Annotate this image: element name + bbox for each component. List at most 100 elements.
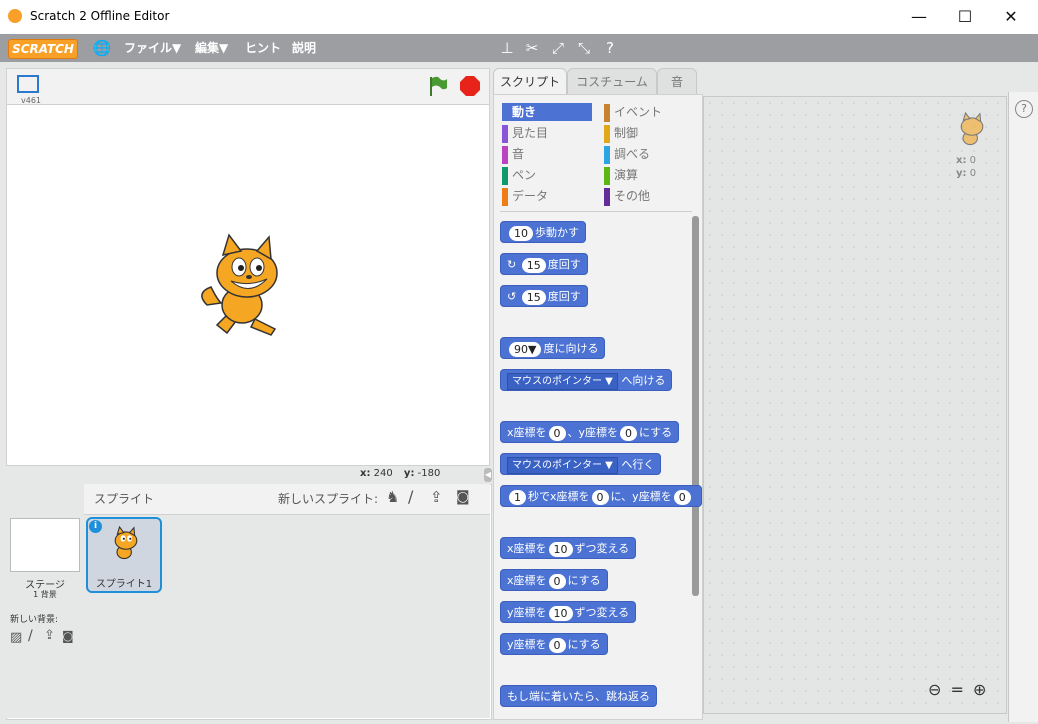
help-icon[interactable]: ? xyxy=(600,38,620,58)
maximize-button[interactable]: ☐ xyxy=(942,0,988,34)
category-operators[interactable]: 演算 xyxy=(604,166,639,185)
block-goto-text: へ行く xyxy=(621,458,655,471)
block-point-toward-text: へ向ける xyxy=(621,374,666,387)
category-sensing[interactable]: 調べる xyxy=(604,145,650,164)
zoom-out-icon[interactable]: ⊖ xyxy=(928,680,941,699)
zoom-in-icon[interactable]: ⊕ xyxy=(973,680,986,699)
block-bounce[interactable]: もし端に着いたら、跳ね返る xyxy=(500,685,657,707)
block-glide-x[interactable]: 0 xyxy=(591,489,609,505)
block-point-toward-dropdown[interactable]: マウスのポインター ▼ xyxy=(507,372,618,390)
x-value: 240 xyxy=(373,468,393,479)
category-operators-label: 演算 xyxy=(614,168,639,182)
zoom-reset-icon[interactable]: = xyxy=(951,680,964,699)
category-motion[interactable]: 動き xyxy=(502,103,592,121)
sprite-x-readout: x: 0 xyxy=(956,155,976,166)
stage-coordinates: x: 240 y: -180 xyxy=(360,468,440,479)
block-point-toward[interactable]: マウスのポインター ▼ へ向ける xyxy=(500,369,673,391)
block-glide-y[interactable]: 0 xyxy=(673,489,691,505)
tips-help-icon[interactable]: ? xyxy=(1015,100,1033,118)
camera-backdrop-icon[interactable]: ◙ xyxy=(62,629,74,643)
block-set-y-value[interactable]: 0 xyxy=(548,637,566,653)
menu-edit[interactable]: 編集▼ xyxy=(195,34,228,62)
upload-backdrop-icon[interactable]: ⇪ xyxy=(44,628,55,643)
block-goto-xy-label-a: x座標を xyxy=(507,426,547,439)
info-icon[interactable]: i xyxy=(89,520,102,533)
menu-hint[interactable]: ヒント xyxy=(245,34,281,62)
sprite-library-icon[interactable]: ♞ xyxy=(386,488,399,506)
scripts-area[interactable]: x: 0 y: 0 xyxy=(703,96,1007,714)
cut-icon[interactable]: ✂ xyxy=(522,38,542,58)
palette-scrollbar[interactable] xyxy=(692,216,699,596)
tab-costumes[interactable]: コスチューム xyxy=(567,68,657,95)
paint-backdrop-icon[interactable]: / xyxy=(28,628,33,644)
block-goto-xy-y[interactable]: 0 xyxy=(620,425,638,441)
block-change-x-label-a: x座標を xyxy=(507,542,547,555)
block-turn-right[interactable]: ↻ 15 度回す xyxy=(500,253,588,275)
category-pen[interactable]: ペン xyxy=(502,166,536,185)
block-set-y-label-b: にする xyxy=(567,638,601,651)
grow-icon[interactable]: ⤢ xyxy=(548,38,568,58)
block-move-steps[interactable]: 10 xyxy=(509,225,533,241)
block-set-x-label-b: にする xyxy=(567,574,601,587)
close-button[interactable]: ✕ xyxy=(988,0,1034,34)
category-more[interactable]: その他 xyxy=(604,187,650,206)
sprite-thumb-cat-icon xyxy=(108,525,144,567)
block-goto-xy-x[interactable]: 0 xyxy=(548,425,566,441)
block-glide[interactable]: 1 秒でx座標を 0 に、y座標を 0 xyxy=(500,485,702,507)
block-move[interactable]: 10 歩動かす xyxy=(500,221,586,243)
block-move-text: 歩動かす xyxy=(535,226,579,239)
block-turn-right-degrees[interactable]: 15 xyxy=(521,257,546,273)
block-set-x-value[interactable]: 0 xyxy=(548,573,566,589)
stop-icon[interactable] xyxy=(459,75,481,97)
cat-sprite-icon[interactable] xyxy=(197,233,297,343)
block-turn-left-degrees[interactable]: 15 xyxy=(521,289,546,305)
backdrop-library-icon[interactable]: ▨ xyxy=(10,630,22,645)
collapse-arrow-icon[interactable]: ◀ xyxy=(484,468,492,482)
upload-sprite-icon[interactable]: ⇪ xyxy=(430,488,443,506)
stage-canvas[interactable] xyxy=(6,104,490,466)
globe-icon[interactable]: 🌐 xyxy=(92,38,112,58)
paint-sprite-icon[interactable]: / xyxy=(408,487,413,506)
block-glide-label-b: に、y座標を xyxy=(610,490,672,503)
camera-sprite-icon[interactable]: ◙ xyxy=(456,489,470,505)
menu-file[interactable]: ファイル▼ xyxy=(124,34,181,62)
app-cat-icon xyxy=(8,9,22,23)
current-sprite-cat-icon xyxy=(954,111,990,153)
stage-thumbnail[interactable] xyxy=(10,518,80,572)
tips-strip: ? xyxy=(1008,92,1038,722)
category-looks[interactable]: 見た目 xyxy=(502,124,549,143)
block-goto-xy[interactable]: x座標を 0 、y座標を 0 にする xyxy=(500,421,680,443)
block-point-direction-value[interactable]: 90▼ xyxy=(509,341,542,357)
block-goto-dropdown[interactable]: マウスのポインター ▼ xyxy=(507,456,618,474)
block-goto[interactable]: マウスのポインター ▼ へ行く xyxy=(500,453,662,475)
block-point-direction[interactable]: 90▼ 度に向ける xyxy=(500,337,606,359)
block-change-y-label-a: y座標を xyxy=(507,606,547,619)
block-turn-left[interactable]: ↺ 15 度回す xyxy=(500,285,588,307)
y-value: -180 xyxy=(417,468,441,479)
block-change-x-value[interactable]: 10 xyxy=(548,541,573,557)
duplicate-icon[interactable]: ⊥ xyxy=(497,38,517,58)
category-looks-label: 見た目 xyxy=(512,126,549,140)
category-data[interactable]: データ xyxy=(502,187,549,206)
sprite-tile[interactable]: i スプライト1 xyxy=(86,517,162,593)
fullscreen-icon[interactable] xyxy=(17,75,39,93)
menu-about[interactable]: 説明 xyxy=(292,34,316,62)
category-sound[interactable]: 音 xyxy=(502,145,524,164)
block-change-y-value[interactable]: 10 xyxy=(548,605,573,621)
block-glide-secs[interactable]: 1 xyxy=(509,489,526,505)
title-bar: Scratch 2 Offline Editor — ☐ ✕ xyxy=(0,0,1038,34)
block-set-x[interactable]: x座標を 0 にする xyxy=(500,569,608,591)
shrink-icon[interactable]: ⤡ xyxy=(574,38,594,58)
tab-scripts[interactable]: スクリプト xyxy=(493,68,567,97)
y-label: y: xyxy=(403,468,415,479)
minimize-button[interactable]: — xyxy=(896,0,942,34)
tab-sounds[interactable]: 音 xyxy=(657,68,697,95)
green-flag-icon[interactable] xyxy=(427,75,449,97)
block-change-x[interactable]: x座標を 10 ずつ変える xyxy=(500,537,637,559)
category-events[interactable]: イベント xyxy=(604,103,662,122)
category-data-label: データ xyxy=(512,189,549,203)
block-change-y[interactable]: y座標を 10 ずつ変える xyxy=(500,601,637,623)
scratch-logo[interactable]: SCRATCH xyxy=(8,39,78,59)
category-control[interactable]: 制御 xyxy=(604,124,638,143)
block-set-y[interactable]: y座標を 0 にする xyxy=(500,633,608,655)
